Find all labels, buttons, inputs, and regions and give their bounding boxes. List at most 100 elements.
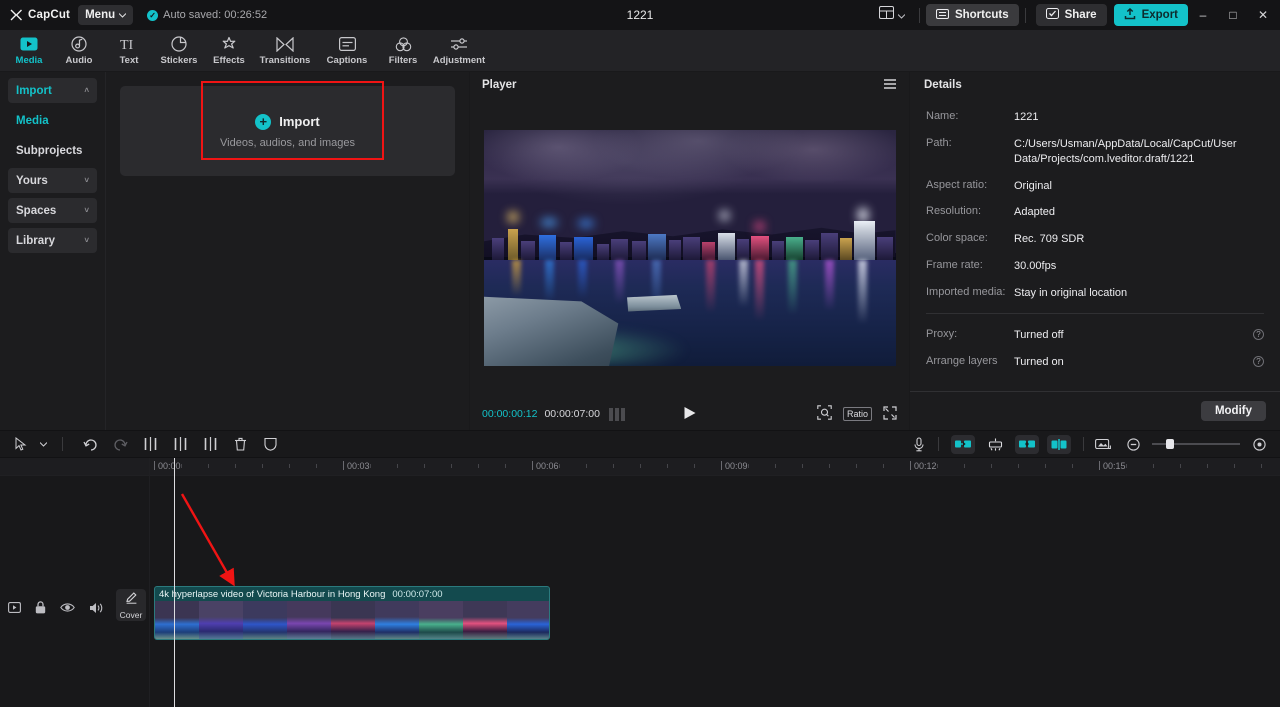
modify-button[interactable]: Modify <box>1200 401 1266 421</box>
play-button[interactable] <box>683 406 696 423</box>
tab-label: Text <box>119 54 139 66</box>
app-name: CapCut <box>28 9 71 21</box>
effects-icon <box>221 36 237 53</box>
detail-row: Aspect ratio: Original <box>926 179 1264 194</box>
pencil-icon <box>125 591 138 609</box>
eye-icon[interactable] <box>60 602 75 613</box>
sidebar-item-spaces[interactable]: Spaces ˅ <box>8 198 97 223</box>
tab-label: Effects <box>213 54 245 66</box>
detail-row: Arrange layers Turned on ? <box>926 355 1264 370</box>
detail-row: Path: C:/Users/Usman/AppData/Local/CapCu… <box>926 137 1264 167</box>
split-icon[interactable] <box>139 433 161 455</box>
tool-tab-bar: Media Audio TI Text Stickers Effects Tra… <box>0 30 1280 72</box>
detail-key: Aspect ratio: <box>926 178 988 191</box>
help-icon[interactable]: ? <box>1253 355 1264 367</box>
sidebar-item-subprojects[interactable]: Subprojects <box>8 138 97 163</box>
select-tool-icon[interactable] <box>10 433 32 455</box>
ratio-button[interactable]: Ratio <box>842 407 872 421</box>
minimize-button[interactable]: – <box>1188 0 1218 30</box>
clip-filmstrip <box>155 601 549 639</box>
sidebar-item-import[interactable]: Import ˄ <box>8 78 97 103</box>
fullscreen-icon[interactable] <box>883 405 897 423</box>
sidebar-item-media[interactable]: Media <box>8 108 97 133</box>
speaker-icon[interactable] <box>89 602 103 614</box>
media-content: + Import Videos, audios, and images <box>106 72 469 430</box>
menu-button[interactable]: Menu <box>78 5 134 25</box>
player-panel: Player 00:00:00:12 00:00:07:00 Ratio <box>470 72 910 430</box>
layout-icon <box>878 6 894 24</box>
tab-media[interactable]: Media <box>4 30 54 72</box>
detail-key: Path: <box>926 136 952 149</box>
tab-audio[interactable]: Audio <box>54 30 104 72</box>
media-panel: Import ˄ Media Subprojects Yours ˅ Space… <box>0 72 470 430</box>
chevron-down-icon: ˅ <box>84 206 89 215</box>
timeline-ruler[interactable]: 00:00 00:03 00:06 00:09 00:12 00:15 <box>150 458 1280 476</box>
cover-label: Cover <box>119 609 143 620</box>
trim-left-icon[interactable] <box>169 433 191 455</box>
zoom-out-icon[interactable] <box>1122 433 1144 455</box>
layout-button[interactable] <box>871 6 913 24</box>
transitions-icon <box>276 36 294 53</box>
timeline-clip[interactable]: 4k hyperlapse video of Victoria Harbour … <box>154 586 550 640</box>
sidebar-item-yours[interactable]: Yours ˅ <box>8 168 97 193</box>
share-button[interactable]: Share <box>1035 4 1107 26</box>
cover-button[interactable]: Cover <box>116 589 146 621</box>
tab-transitions[interactable]: Transitions <box>254 30 316 72</box>
undo-icon[interactable] <box>79 433 101 455</box>
help-icon[interactable]: ? <box>1253 328 1264 340</box>
tab-adjustment[interactable]: Adjustment <box>428 30 490 72</box>
player-title: Player <box>482 79 517 91</box>
check-icon: ✓ <box>147 9 159 21</box>
magnet-snap-toggle[interactable] <box>983 435 1007 454</box>
export-button[interactable]: Export <box>1113 4 1188 26</box>
close-button[interactable]: ✕ <box>1248 0 1278 30</box>
zoom-slider-knob[interactable] <box>1166 439 1174 449</box>
trim-right-icon[interactable] <box>199 433 221 455</box>
tab-captions[interactable]: Captions <box>316 30 378 72</box>
chevron-down-icon <box>118 9 127 21</box>
zoom-slider-track[interactable] <box>1152 439 1240 449</box>
tab-effects[interactable]: Effects <box>204 30 254 72</box>
player-stage <box>470 98 909 398</box>
sidebar-item-label: Media <box>16 114 49 127</box>
snap-to-start-toggle[interactable] <box>951 434 975 454</box>
maximize-button[interactable]: □ <box>1218 0 1248 30</box>
ruler-label: 00:09 <box>725 461 748 471</box>
chevron-down-icon <box>897 6 906 24</box>
freeze-icon[interactable] <box>259 433 281 455</box>
zoom-preview-icon[interactable] <box>817 405 832 423</box>
link-clips-toggle[interactable] <box>1015 434 1039 454</box>
lock-icon[interactable] <box>35 601 46 614</box>
tab-stickers[interactable]: Stickers <box>154 30 204 72</box>
import-dropzone[interactable]: + Import Videos, audios, and images <box>120 86 455 176</box>
preview-window-icon[interactable] <box>1092 433 1114 455</box>
shortcuts-button[interactable]: Shortcuts <box>925 4 1019 26</box>
video-preview[interactable] <box>483 130 896 366</box>
player-menu-icon[interactable] <box>883 78 897 93</box>
detail-key: Arrange layers <box>926 354 998 367</box>
title-bar: CapCut Menu ✓ Auto saved: 00:26:52 1221 <box>0 0 1280 30</box>
video-toggle-icon[interactable] <box>8 602 21 613</box>
detail-row: Name: 1221 <box>926 110 1264 125</box>
ruler-label: 00:12 <box>914 461 937 471</box>
redo-icon[interactable] <box>109 433 131 455</box>
detail-key: Name: <box>926 110 959 122</box>
timeline-zoom-slider[interactable] <box>1152 439 1240 449</box>
select-tool-dropdown-icon[interactable] <box>32 433 54 455</box>
split-preview-toggle[interactable] <box>1047 434 1071 454</box>
autosave-status: ✓ Auto saved: 00:26:52 <box>147 9 267 21</box>
detail-key: Proxy: <box>926 327 958 340</box>
capcut-logo-icon <box>10 9 23 22</box>
tab-filters[interactable]: Filters <box>378 30 428 72</box>
playhead[interactable] <box>174 458 175 707</box>
tab-label: Captions <box>326 54 368 66</box>
zoom-in-icon[interactable] <box>1248 433 1270 455</box>
delete-icon[interactable] <box>229 433 251 455</box>
record-voiceover-icon[interactable] <box>908 433 930 455</box>
frame-grid-icon[interactable] <box>608 407 625 421</box>
detail-value: Rec. 709 SDR <box>1014 233 1085 246</box>
tab-text[interactable]: TI Text <box>104 30 154 72</box>
sidebar-item-library[interactable]: Library ˅ <box>8 228 97 253</box>
detail-row: Frame rate: 30.00fps <box>926 259 1264 274</box>
menu-label: Menu <box>85 9 116 21</box>
